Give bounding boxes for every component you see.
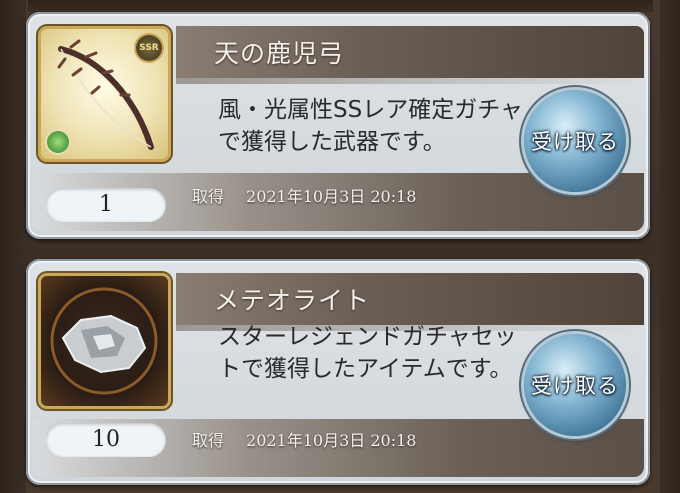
top-divider: [28, 0, 653, 12]
meteorite-icon: [50, 287, 158, 395]
item-thumbnail: SSR: [41, 29, 168, 159]
item-name: 天の鹿児弓: [214, 39, 345, 68]
wind-element-icon: [47, 131, 69, 153]
acquired-date: 2021年10月3日 20:18: [246, 187, 417, 206]
acquired-label: 取得: [192, 431, 225, 450]
item-header: 天の鹿児弓: [176, 26, 644, 84]
item-description: スターレジェンドガチャセットで獲得したアイテムです。: [218, 324, 517, 382]
item-description: 風・光属性SSレア確定ガチャで獲得した武器です。: [218, 97, 523, 155]
receive-button[interactable]: 受け取る: [524, 90, 626, 192]
item-thumbnail: [41, 276, 168, 406]
item-quantity: 1: [46, 188, 166, 222]
acquired-info: 取得 2021年10月3日 20:18: [192, 427, 416, 451]
item-quantity: 10: [46, 423, 166, 457]
item-name: メテオライト: [214, 286, 371, 315]
item-header: メテオライト: [176, 273, 644, 331]
acquired-label: 取得: [192, 187, 225, 206]
page-left-edge: [0, 0, 26, 493]
gift-card: メテオライト スターレジェンドガチャセットで獲得したアイテムです。 10 取得 2…: [26, 259, 650, 485]
acquired-date: 2021年10月3日 20:18: [246, 431, 417, 450]
ssr-badge: SSR: [136, 35, 162, 61]
acquired-info: 取得 2021年10月3日 20:18: [192, 183, 416, 207]
gift-card: 天の鹿児弓 SSR 風・光属性SSレア確定ガチャで獲得した武器です。 1 取得 2…: [26, 12, 650, 239]
scroll-edge: [660, 0, 680, 493]
receive-button[interactable]: 受け取る: [524, 334, 626, 436]
